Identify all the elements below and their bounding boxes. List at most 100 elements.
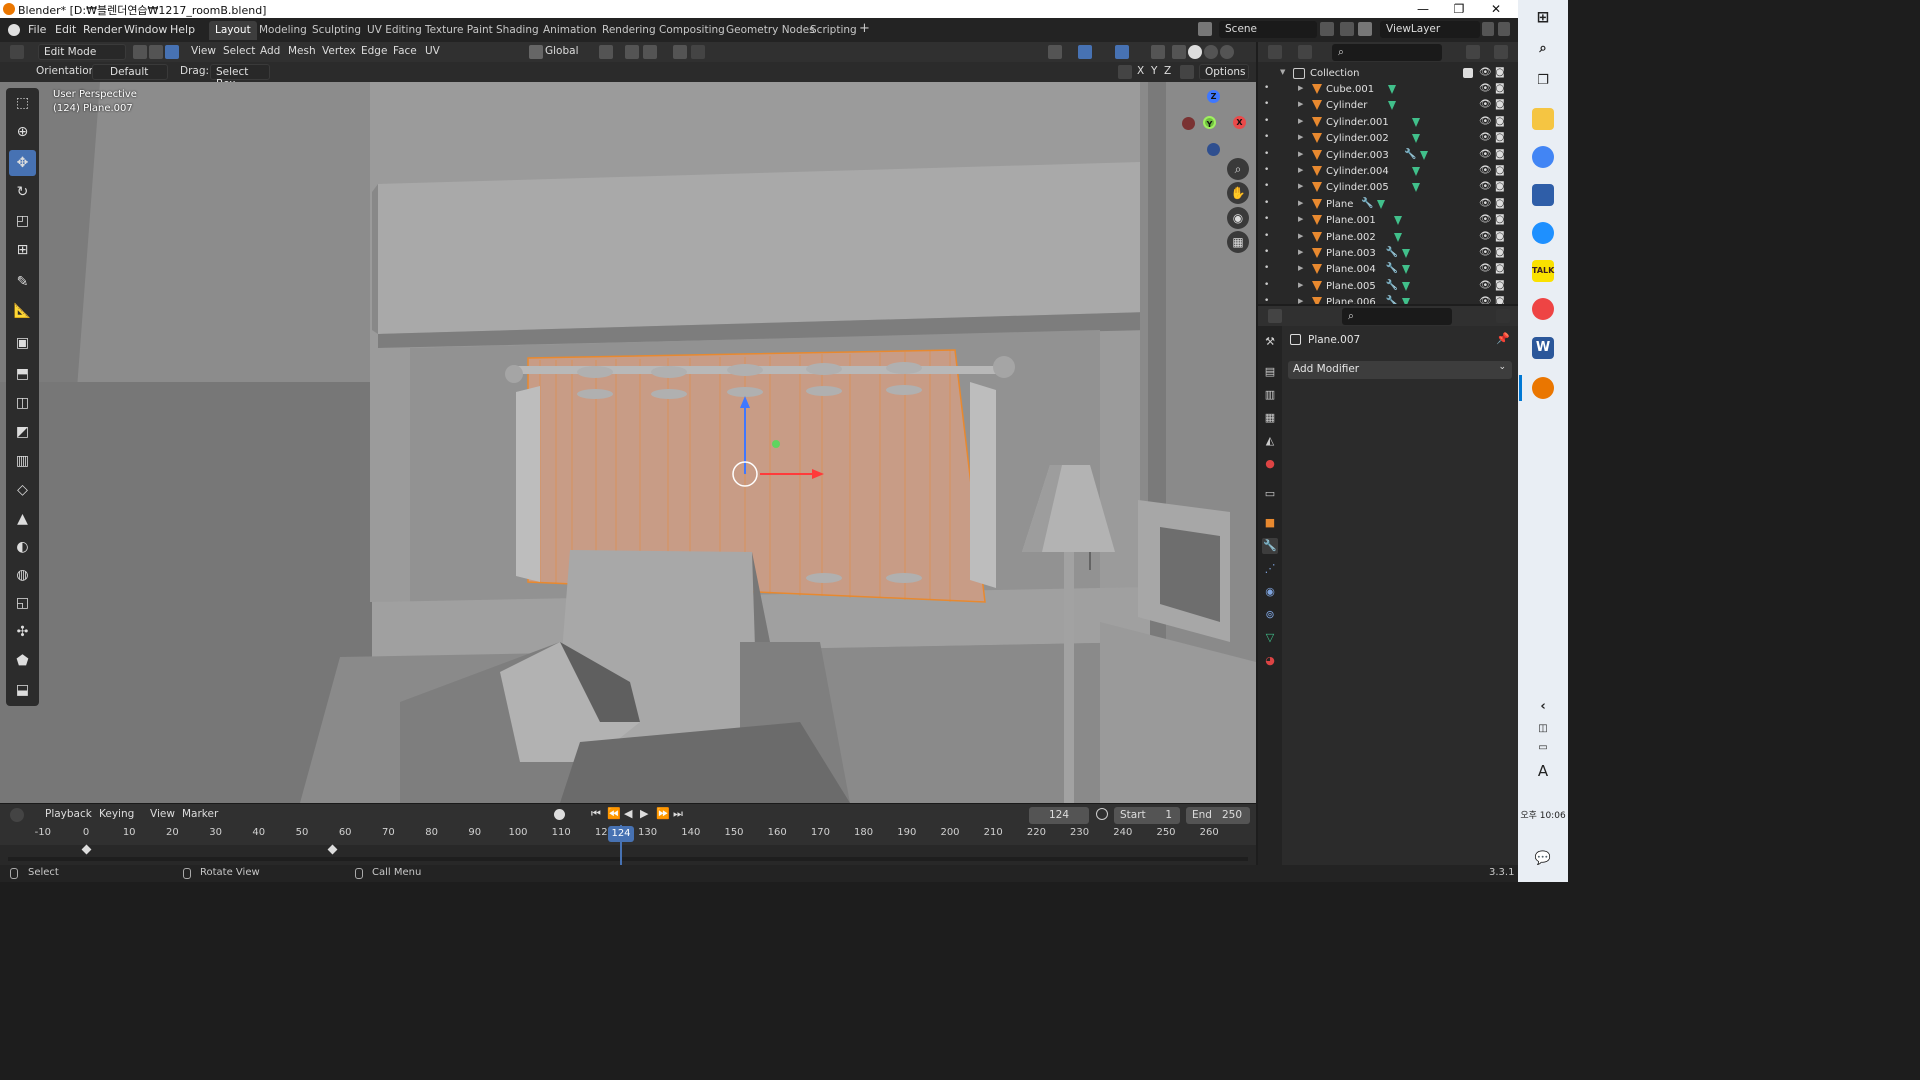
word-icon[interactable]: W	[1532, 337, 1554, 359]
edge-slide-tool-icon[interactable]: ◱	[9, 590, 36, 616]
tab-animation[interactable]: Animation	[537, 21, 603, 40]
wireframe-shading-icon[interactable]	[1172, 45, 1186, 59]
solid-shading-icon[interactable]	[1188, 45, 1202, 59]
proportional-edit-icon[interactable]	[673, 45, 687, 59]
snap-icon[interactable]	[625, 45, 639, 59]
3d-viewport[interactable]: User Perspective (124) Plane.007 Z Y X ⌕…	[0, 82, 1256, 803]
mesh-data-icon[interactable]	[1412, 117, 1421, 127]
camera-icon[interactable]: ◙	[1495, 132, 1505, 143]
eye-icon[interactable]: 👁	[1479, 198, 1492, 209]
expand-icon[interactable]: ▶	[1298, 84, 1303, 92]
material-tab-icon[interactable]: ◕	[1262, 653, 1278, 669]
menu-mesh[interactable]: Mesh	[288, 45, 316, 57]
shrink-fatten-tool-icon[interactable]: ✣	[9, 619, 36, 645]
outliner-item[interactable]: • ▶ Plane.005 🔧 👁 ◙	[1258, 279, 1518, 295]
camera-icon[interactable]: ◙	[1495, 214, 1505, 225]
camera-icon[interactable]: ◙	[1495, 116, 1505, 127]
timeline-editor-icon[interactable]	[10, 808, 24, 822]
gizmo-neg-x-axis[interactable]	[1182, 117, 1195, 130]
material-shading-icon[interactable]	[1204, 45, 1218, 59]
play-icon[interactable]: ▶	[640, 807, 648, 820]
modifier-tab-icon[interactable]: 🔧	[1262, 538, 1278, 554]
outliner-dot[interactable]: •	[1264, 83, 1269, 93]
mesh-data-icon[interactable]	[1387, 101, 1396, 111]
rip-region-tool-icon[interactable]: ⬓	[9, 677, 36, 703]
expand-icon[interactable]: ▶	[1298, 248, 1303, 256]
new-collection-icon[interactable]	[1494, 45, 1508, 59]
outliner-item[interactable]: • ▶ Cylinder.003 🔧 👁 ◙	[1258, 148, 1518, 164]
orientation-dropdown[interactable]: Default	[92, 64, 168, 80]
rotate-tool-icon[interactable]: ↻	[9, 179, 36, 205]
expand-icon[interactable]: ▶	[1298, 232, 1303, 240]
add-cube-tool-icon[interactable]: ▣	[9, 330, 36, 356]
outliner-item[interactable]: • ▶ Plane 🔧 👁 ◙	[1258, 197, 1518, 213]
spin-tool-icon[interactable]: ◐	[9, 534, 36, 560]
outliner-item[interactable]: • ▶ Cylinder 👁 ◙	[1258, 98, 1518, 114]
drag-dropdown[interactable]: Select Box	[210, 64, 270, 90]
expand-icon[interactable]: ▶	[1298, 264, 1303, 272]
knife-tool-icon[interactable]: ◇	[9, 477, 36, 503]
outliner-dot[interactable]: •	[1264, 214, 1269, 224]
visibility-icon[interactable]	[1048, 45, 1062, 59]
tab-rendering[interactable]: Rendering	[596, 21, 662, 40]
camera-view-icon[interactable]: ◉	[1227, 207, 1249, 229]
pin-icon[interactable]: 📌	[1496, 332, 1510, 345]
mesh-data-icon[interactable]	[1393, 216, 1402, 226]
outliner-dot[interactable]: •	[1264, 181, 1269, 191]
mode-selector[interactable]: Edit Mode	[38, 44, 126, 60]
outliner-item[interactable]: • ▶ Cylinder.004 👁 ◙	[1258, 164, 1518, 180]
camera-icon[interactable]: ◙	[1495, 247, 1505, 258]
menu-help[interactable]: Help	[170, 23, 195, 36]
view-layer-selector[interactable]: ViewLayer	[1380, 21, 1480, 38]
output-tab-icon[interactable]: ▥	[1262, 387, 1278, 403]
transform-orientation-icon[interactable]	[529, 45, 543, 59]
eye-icon[interactable]: 👁	[1479, 83, 1492, 94]
play-reverse-icon[interactable]: ◀	[624, 807, 632, 820]
camera-icon[interactable]: ◙	[1495, 99, 1505, 110]
move-tool-icon[interactable]: ✥	[9, 150, 36, 176]
eye-icon[interactable]: 👁	[1479, 165, 1492, 176]
falloff-icon[interactable]	[691, 45, 705, 59]
physics-tab-icon[interactable]: ◉	[1262, 584, 1278, 600]
camera-icon[interactable]: ◙	[1495, 198, 1505, 209]
eye-icon[interactable]: 👁	[1479, 296, 1492, 304]
menu-select[interactable]: Select	[223, 45, 255, 57]
menu-edit[interactable]: Edit	[55, 23, 76, 36]
snap-target-icon[interactable]	[643, 45, 657, 59]
outliner-item[interactable]: • ▶ Cylinder.002 👁 ◙	[1258, 131, 1518, 147]
outliner-item[interactable]: • ▶ Plane.002 👁 ◙	[1258, 230, 1518, 246]
outliner-dot[interactable]: •	[1264, 116, 1269, 126]
ime-indicator[interactable]: A	[1532, 760, 1554, 782]
outliner-dot[interactable]: •	[1264, 132, 1269, 142]
new-scene-icon[interactable]	[1320, 22, 1334, 36]
scene-selector[interactable]: Scene	[1219, 21, 1317, 38]
mesh-data-icon[interactable]	[1420, 150, 1429, 160]
scale-tool-icon[interactable]: ◰	[9, 208, 36, 234]
prev-keyframe-icon[interactable]: ⏪	[607, 807, 621, 820]
jump-start-icon[interactable]: ⏮	[591, 807, 601, 821]
scene-tab-icon[interactable]: ◭	[1262, 433, 1278, 449]
outliner-item[interactable]: • ▶ Plane.006 🔧 👁 ◙	[1258, 295, 1518, 304]
eye-icon[interactable]: 👁	[1479, 132, 1492, 143]
camera-icon[interactable]: ◙	[1495, 83, 1505, 94]
notification-icon[interactable]: 💬	[1532, 848, 1554, 870]
mesh-data-icon[interactable]	[1412, 134, 1421, 144]
blender-menu-icon[interactable]	[8, 24, 20, 36]
modifier-wrench-icon[interactable]: 🔧	[1386, 263, 1398, 274]
delete-scene-icon[interactable]	[1340, 22, 1354, 36]
outliner-dot[interactable]: •	[1264, 149, 1269, 159]
camera-icon[interactable]: ◙	[1495, 280, 1505, 291]
options-dropdown[interactable]: Options	[1199, 64, 1249, 80]
outliner-item[interactable]: • ▶ Cylinder.001 👁 ◙	[1258, 115, 1518, 131]
outliner-item[interactable]: • ▶ Plane.004 🔧 👁 ◙	[1258, 262, 1518, 278]
eye-icon[interactable]: 👁	[1479, 280, 1492, 291]
face-select-icon[interactable]	[165, 45, 179, 59]
edge-select-icon[interactable]	[149, 45, 163, 59]
tab-sculpting[interactable]: Sculpting	[306, 21, 367, 40]
tab-layout[interactable]: Layout	[209, 21, 257, 40]
outliner-dot[interactable]: •	[1264, 231, 1269, 241]
camera-icon[interactable]: ◙	[1495, 296, 1505, 304]
media-app-icon[interactable]	[1532, 222, 1554, 244]
delete-view-layer-icon[interactable]	[1498, 22, 1510, 36]
outliner-dot[interactable]: •	[1264, 165, 1269, 175]
